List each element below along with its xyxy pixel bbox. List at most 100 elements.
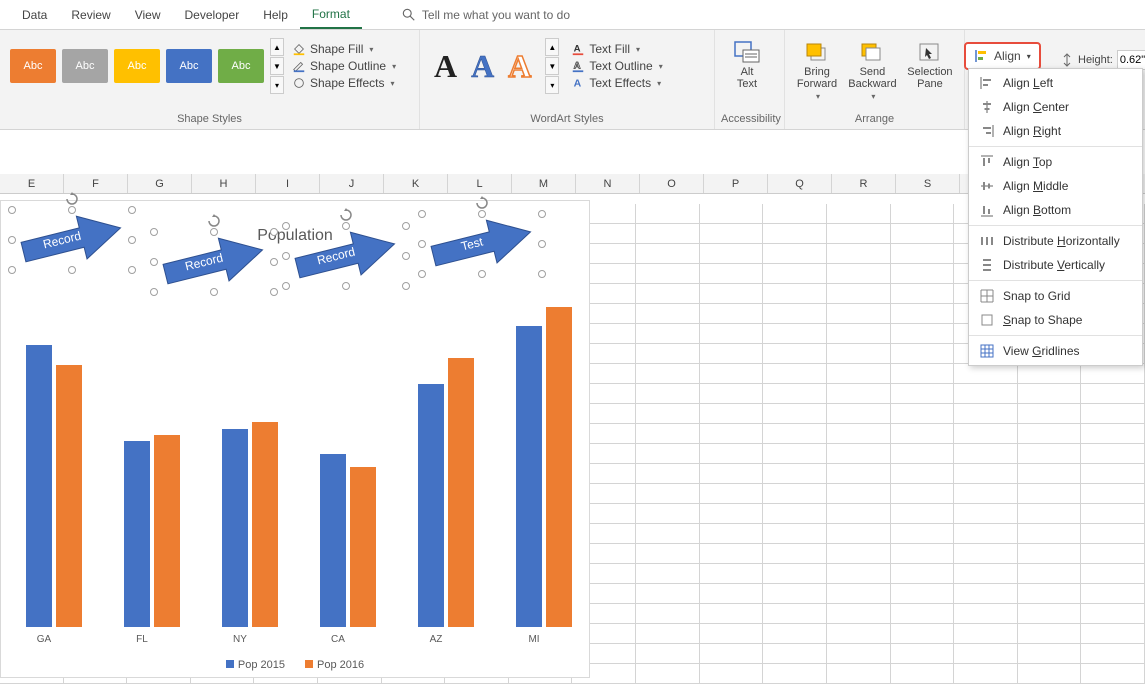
- height-input[interactable]: [1117, 50, 1145, 70]
- column-header[interactable]: Q: [768, 174, 832, 193]
- text-outline-button[interactable]: A Text Outline▾: [571, 59, 662, 73]
- column-header[interactable]: N: [576, 174, 640, 193]
- column-header[interactable]: E: [0, 174, 64, 193]
- column-header[interactable]: O: [640, 174, 704, 193]
- shape-fill-label: Shape Fill: [310, 42, 363, 56]
- shape-fill-button[interactable]: Shape Fill▾: [292, 42, 396, 56]
- column-header[interactable]: R: [832, 174, 896, 193]
- shape-style-gallery[interactable]: Abc Abc Abc Abc Abc ▲ ▼ ▾: [6, 34, 288, 98]
- ribbon-tabs: Data Review View Developer Help Format T…: [0, 0, 1145, 30]
- align-middle-icon: [979, 178, 995, 194]
- shape-outline-label: Shape Outline: [310, 59, 386, 73]
- group-arrange: Bring Forward ▾ Send Backward ▾ Selectio…: [785, 30, 965, 129]
- bring-forward-label: Bring Forward: [797, 66, 837, 90]
- wordart-style[interactable]: A: [471, 48, 494, 85]
- send-backward-button[interactable]: Send Backward ▾: [847, 38, 898, 103]
- align-middle-item[interactable]: Align Middle: [969, 174, 1142, 198]
- align-right-item[interactable]: Align Right: [969, 119, 1142, 143]
- gallery-more-button[interactable]: ▾: [270, 76, 284, 94]
- align-right-icon: [979, 123, 995, 139]
- gallery-up-button[interactable]: ▲: [270, 38, 284, 56]
- shape-style-swatch[interactable]: Abc: [218, 49, 264, 83]
- column-header[interactable]: M: [512, 174, 576, 193]
- align-top-item[interactable]: Align Top: [969, 150, 1142, 174]
- align-label: Align: [994, 49, 1021, 63]
- gallery-down-button[interactable]: ▼: [270, 57, 284, 75]
- shape-style-swatch[interactable]: Abc: [62, 49, 108, 83]
- view-gridlines-item[interactable]: View Gridlines: [969, 339, 1142, 363]
- axis-category-label: CA: [331, 634, 345, 645]
- shape-style-swatch[interactable]: Abc: [10, 49, 56, 83]
- column-header[interactable]: G: [128, 174, 192, 193]
- column-header[interactable]: J: [320, 174, 384, 193]
- shape-style-swatch[interactable]: Abc: [114, 49, 160, 83]
- align-icon: [974, 48, 990, 64]
- align-bottom-item[interactable]: Align Bottom: [969, 198, 1142, 222]
- axis-category-label: FL: [136, 634, 148, 645]
- column-header[interactable]: L: [448, 174, 512, 193]
- tab-data[interactable]: Data: [10, 2, 59, 28]
- bring-forward-button[interactable]: Bring Forward ▾: [795, 38, 839, 103]
- height-input-group: Height:: [1060, 50, 1145, 70]
- gallery-more-button[interactable]: ▾: [545, 76, 559, 94]
- align-center-item[interactable]: Align Center: [969, 95, 1142, 119]
- tab-view[interactable]: View: [123, 2, 173, 28]
- column-header[interactable]: I: [256, 174, 320, 193]
- text-fill-button[interactable]: A Text Fill▾: [571, 42, 662, 56]
- tab-review[interactable]: Review: [59, 2, 122, 28]
- send-backward-icon: [858, 40, 886, 64]
- align-center-icon: [979, 99, 995, 115]
- axis-category-label: NY: [233, 634, 247, 645]
- arrow-shape[interactable]: Record: [154, 232, 274, 292]
- gallery-down-button[interactable]: ▼: [545, 57, 559, 75]
- text-outline-icon: A: [571, 59, 585, 73]
- wordart-style[interactable]: A: [508, 48, 531, 85]
- column-header[interactable]: H: [192, 174, 256, 193]
- legend-item: Pop 2016: [305, 659, 364, 671]
- effects-icon: [292, 76, 306, 90]
- distribute-horizontal-item[interactable]: Distribute Horizontally: [969, 229, 1142, 253]
- shape-outline-button[interactable]: Shape Outline▾: [292, 59, 396, 73]
- wordart-gallery[interactable]: A A A ▲ ▼ ▾: [426, 34, 567, 98]
- align-left-icon: [979, 75, 995, 91]
- svg-text:A: A: [574, 78, 582, 90]
- text-outline-label: Text Outline: [589, 59, 652, 73]
- shape-effects-label: Shape Effects: [310, 76, 385, 90]
- alt-text-button[interactable]: Alt Text: [725, 38, 769, 92]
- chart-legend: Pop 2015Pop 2016: [1, 659, 589, 671]
- group-label: Shape Styles: [6, 111, 413, 127]
- axis-category-label: AZ: [430, 634, 443, 645]
- column-header[interactable]: F: [64, 174, 128, 193]
- arrow-shape[interactable]: Record: [286, 226, 406, 286]
- pencil-icon: [292, 59, 306, 73]
- send-backward-label: Send Backward: [848, 66, 896, 90]
- text-fill-label: Text Fill: [589, 42, 630, 56]
- chevron-down-icon: ▾: [1027, 52, 1031, 61]
- text-effects-button[interactable]: A Text Effects▾: [571, 76, 662, 90]
- group-label: Accessibility: [721, 111, 778, 127]
- align-left-item[interactable]: Align Left: [969, 71, 1142, 95]
- snap-to-shape-item[interactable]: Snap to Shape: [969, 308, 1142, 332]
- svg-text:A: A: [574, 44, 581, 55]
- arrow-shape[interactable]: Test: [422, 214, 542, 274]
- tell-me-search[interactable]: Tell me what you want to do: [402, 8, 570, 22]
- arrow-shape[interactable]: Record: [12, 210, 132, 270]
- column-header[interactable]: K: [384, 174, 448, 193]
- shape-style-swatch[interactable]: Abc: [166, 49, 212, 83]
- tab-help[interactable]: Help: [251, 2, 300, 28]
- group-wordart-styles: A A A ▲ ▼ ▾ A Text Fill▾ A Text Outline▾: [420, 30, 715, 129]
- shape-effects-button[interactable]: Shape Effects▾: [292, 76, 396, 90]
- gallery-up-button[interactable]: ▲: [545, 38, 559, 56]
- wordart-style[interactable]: A: [434, 48, 457, 85]
- selection-pane-button[interactable]: Selection Pane: [906, 38, 954, 92]
- tab-format[interactable]: Format: [300, 1, 362, 29]
- text-effects-icon: A: [571, 76, 585, 90]
- selection-pane-icon: [916, 40, 944, 64]
- align-button[interactable]: Align ▾: [964, 42, 1041, 70]
- column-header[interactable]: S: [896, 174, 960, 193]
- distribute-vertical-item[interactable]: Distribute Vertically: [969, 253, 1142, 277]
- snap-to-grid-item[interactable]: Snap to Grid: [969, 284, 1142, 308]
- chart-plot: [11, 301, 579, 627]
- column-header[interactable]: P: [704, 174, 768, 193]
- tab-developer[interactable]: Developer: [173, 2, 252, 28]
